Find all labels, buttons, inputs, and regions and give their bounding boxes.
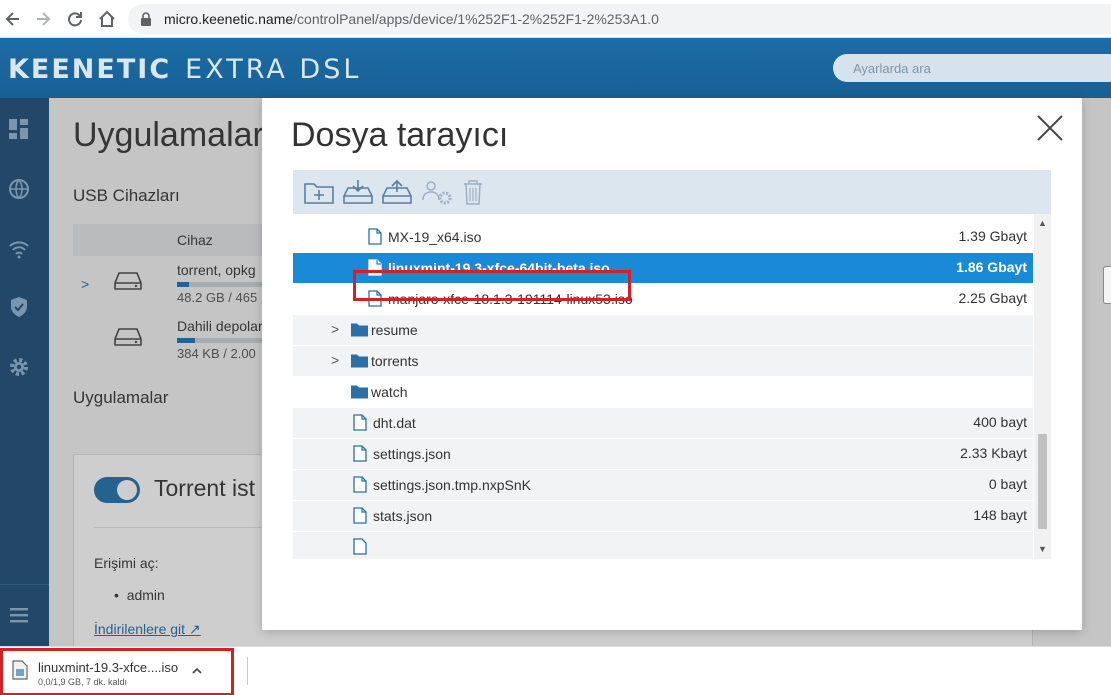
folder-row[interactable]: > torrents	[293, 346, 1033, 377]
home-icon[interactable]	[96, 8, 118, 30]
folder-icon	[351, 323, 368, 337]
file-name: stats.json	[373, 508, 433, 524]
browser-toolbar: micro.keenetic.name/controlPanel/apps/de…	[0, 0, 1111, 38]
file-icon	[353, 414, 367, 431]
app-header: KEENETIC EXTRA DSL Ayarlarda ara	[0, 38, 1111, 98]
file-toolbar	[293, 170, 1051, 214]
download-separator	[247, 657, 248, 685]
settings-search-input[interactable]: Ayarlarda ara	[833, 54, 1111, 82]
new-folder-icon[interactable]	[303, 178, 335, 206]
download-icon[interactable]	[342, 178, 374, 206]
file-icon	[368, 228, 382, 245]
scrollbar[interactable]: ▲ ▼	[1034, 214, 1051, 559]
dialog-title: Dosya tarayıcı	[291, 116, 509, 154]
file-list[interactable]: MX-19_x64.iso 1.39 Gbayt linuxmint-19.3-…	[293, 214, 1051, 559]
chevron-right-icon[interactable]: >	[331, 321, 339, 337]
file-icon	[353, 445, 367, 462]
file-name: MX-19_x64.iso	[388, 229, 482, 245]
edge-button[interactable]	[1103, 266, 1111, 304]
folder-icon	[351, 354, 368, 368]
file-list-gap	[293, 214, 1033, 222]
file-size: 0 bayt	[988, 476, 1027, 492]
file-row[interactable]: stats.json 148 bayt	[293, 501, 1033, 532]
folder-row[interactable]: > resume	[293, 315, 1033, 346]
upload-icon[interactable]	[381, 178, 413, 206]
file-size: 1.39 Gbayt	[958, 228, 1028, 244]
address-bar[interactable]: micro.keenetic.name/controlPanel/apps/de…	[128, 4, 1111, 34]
file-row[interactable]: settings.json.tmp.nxpSnK 0 bayt	[293, 470, 1033, 501]
forward-arrow-icon[interactable]	[32, 8, 54, 30]
file-browser-dialog: Dosya tarayıcı MX-19_x64.iso 1.39 Gbayt …	[262, 98, 1082, 630]
url-text: micro.keenetic.name/controlPanel/apps/de…	[164, 11, 659, 27]
chevron-right-icon[interactable]: >	[331, 352, 339, 368]
back-arrow-icon[interactable]	[2, 8, 24, 30]
url-host: micro.keenetic.name	[164, 11, 294, 27]
file-name: settings.json.tmp.nxpSnK	[373, 477, 531, 493]
file-icon	[353, 476, 367, 493]
permissions-icon[interactable]	[421, 178, 453, 206]
url-path: /controlPanel/apps/device/1%252F1-2%252F…	[293, 11, 659, 27]
download-bar: linuxmint-19.3-xfce....iso 0,0/1,9 GB, 7…	[0, 646, 1111, 695]
file-size: 2.33 Kbayt	[960, 445, 1027, 461]
file-row-partial[interactable]	[293, 532, 1033, 559]
brand-main: KEENETIC	[8, 54, 172, 85]
file-row[interactable]: settings.json 2.33 Kbayt	[293, 439, 1033, 470]
download-file-name: linuxmint-19.3-xfce....iso	[38, 660, 179, 675]
close-icon[interactable]	[1032, 110, 1068, 146]
folder-name: resume	[371, 322, 418, 338]
highlight-box	[353, 270, 631, 301]
scroll-thumb[interactable]	[1038, 434, 1047, 529]
scroll-down-arrow-icon[interactable]: ▼	[1038, 544, 1047, 554]
file-row[interactable]: MX-19_x64.iso 1.39 Gbayt	[293, 222, 1033, 253]
chevron-up-icon[interactable]	[190, 664, 204, 678]
folder-icon	[351, 385, 368, 399]
download-status: 0,0/1,9 GB, 7 dk. kaldı	[38, 677, 128, 687]
file-size: 2.25 Gbayt	[958, 290, 1028, 306]
download-item[interactable]: linuxmint-19.3-xfce....iso 0,0/1,9 GB, 7…	[0, 648, 234, 695]
file-icon	[353, 507, 367, 524]
file-row[interactable]: dht.dat 400 bayt	[293, 408, 1033, 439]
file-icon	[353, 538, 367, 555]
trash-icon[interactable]	[457, 178, 489, 206]
file-icon	[12, 660, 28, 680]
file-name: dht.dat	[373, 415, 416, 431]
lock-icon	[141, 12, 151, 26]
search-placeholder: Ayarlarda ara	[853, 61, 931, 76]
brand-model: EXTRA DSL	[185, 54, 362, 85]
file-size: 400 bayt	[973, 414, 1027, 430]
brand-logo: KEENETIC EXTRA DSL	[8, 54, 361, 85]
folder-name: torrents	[371, 353, 419, 369]
file-size: 148 bayt	[973, 507, 1027, 523]
folder-row[interactable]: watch	[293, 377, 1033, 408]
folder-name: watch	[371, 384, 408, 400]
reload-icon[interactable]	[64, 8, 86, 30]
file-name: settings.json	[373, 446, 451, 462]
scroll-up-arrow-icon[interactable]: ▲	[1038, 218, 1047, 228]
file-size: 1.86 Gbayt	[956, 259, 1027, 275]
